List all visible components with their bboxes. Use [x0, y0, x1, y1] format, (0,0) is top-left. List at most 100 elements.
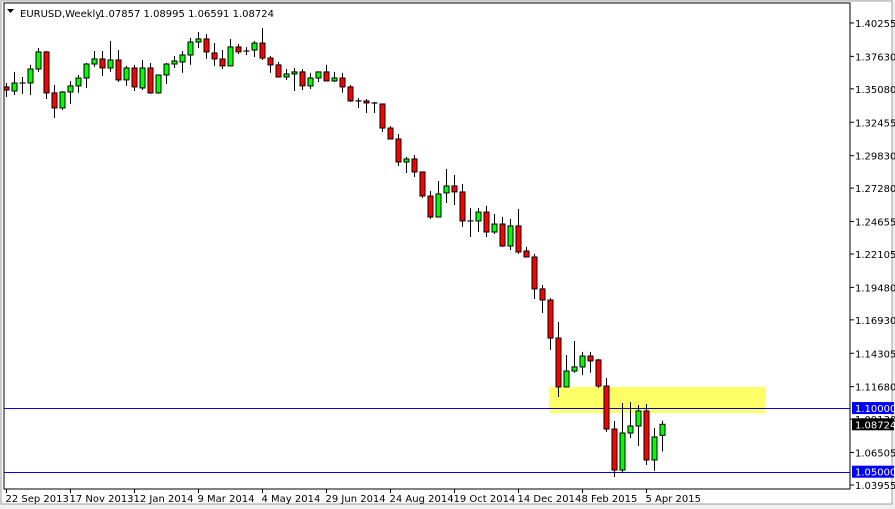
time-tick-label: 5 Apr 2015 [646, 494, 701, 505]
candle-body [155, 74, 162, 94]
candle-body [547, 299, 554, 339]
candle-body [267, 57, 274, 66]
candle [35, 47, 42, 72]
candle-body [459, 191, 466, 222]
candle-body [531, 256, 538, 290]
candle-body [451, 185, 458, 193]
candle [155, 74, 162, 94]
time-tick-label: 9 Mar 2014 [198, 494, 255, 505]
price-tick-label: 1.14305 [855, 349, 895, 360]
price-tick-label: 1.03955 [855, 481, 895, 492]
candle-body [219, 58, 226, 67]
candle-body [107, 59, 114, 69]
candle-body [587, 355, 594, 362]
candle-body [579, 355, 586, 368]
candle-body [619, 432, 626, 471]
candle [43, 51, 50, 100]
candle-body [43, 51, 50, 94]
candle-body [187, 41, 194, 56]
candle-body [59, 91, 66, 109]
candle-body [555, 337, 562, 388]
candle-body [443, 185, 450, 194]
candle [419, 171, 426, 199]
plot-area[interactable] [3, 2, 851, 490]
candle-body [331, 77, 338, 82]
candle-body [275, 64, 282, 78]
candle-body [659, 423, 666, 436]
candle-body [627, 425, 634, 434]
candle [595, 358, 602, 388]
candle-body [163, 63, 170, 76]
candle-body [195, 38, 202, 43]
candle [131, 64, 138, 92]
candle-body [299, 71, 306, 87]
time-tick-label: 8 Feb 2015 [582, 494, 638, 505]
candle-body [435, 193, 442, 218]
ohlc-readout: 1.07857 1.08995 1.06591 1.08724 [99, 9, 274, 20]
candle-body [595, 359, 602, 387]
candle-body [211, 52, 218, 60]
price-tick-label: 1.35080 [855, 85, 895, 96]
candle-body [227, 46, 234, 67]
candle-body [611, 428, 618, 471]
price-tick-label: 1.24655 [855, 218, 895, 229]
time-tick-label: 19 Oct 2014 [454, 494, 516, 505]
candle [59, 91, 66, 110]
support-zone-rectangle [549, 386, 765, 414]
candle-body [171, 60, 178, 65]
price-tick-label: 1.06505 [855, 449, 895, 460]
candle-body [283, 73, 290, 78]
candle [395, 134, 402, 166]
candle [611, 421, 618, 478]
candle-body [323, 71, 330, 82]
candle-body [307, 77, 314, 87]
price-tick-label: 1.29830 [855, 152, 895, 163]
candle-body [411, 158, 418, 173]
candle-body [499, 223, 506, 247]
time-tick-label: 29 Jun 2014 [326, 494, 386, 505]
candle [379, 103, 386, 132]
time-tick-label: 24 Aug 2014 [390, 494, 454, 505]
candle-body [651, 436, 658, 461]
candle-body [147, 67, 154, 94]
candle-body [91, 58, 98, 65]
support-zone-layer [549, 386, 765, 414]
candle-body [339, 77, 346, 88]
candle-body [315, 71, 322, 79]
price-tick-label: 1.11680 [855, 383, 895, 394]
candle-body [419, 171, 426, 197]
price-tick-label: 1.22105 [855, 250, 895, 261]
candle-body [83, 63, 90, 79]
candle-body [571, 366, 578, 372]
candle-body [507, 225, 514, 247]
candle-body [75, 77, 82, 87]
price-tick-label: 1.19480 [855, 283, 895, 294]
price-tick-label: 1.16930 [855, 316, 895, 327]
candle-body [491, 223, 498, 233]
candle [387, 126, 394, 140]
candle [147, 63, 154, 94]
candle-body [523, 250, 530, 258]
candle-body [203, 38, 210, 53]
candle-body [115, 59, 122, 81]
candle-body [475, 211, 482, 222]
candle-body [603, 385, 610, 430]
current-price-label: 1.08724 [855, 420, 895, 431]
symbol-title: EURUSD,Weekly [20, 9, 101, 20]
candle-body [259, 42, 266, 59]
candle [603, 378, 610, 432]
candle-body [635, 410, 642, 427]
candle-body [363, 100, 370, 104]
candle-body [3, 86, 10, 91]
candle-body [179, 54, 186, 63]
time-tick-label: 12 Jan 2014 [134, 494, 194, 505]
price-tick-label: 1.32455 [855, 118, 895, 129]
candle [347, 85, 354, 102]
time-tick-label: 17 Nov 2013 [70, 494, 134, 505]
hline-price-label: 1.10000 [855, 404, 895, 415]
candle-body [347, 86, 354, 102]
candle-body [643, 410, 650, 461]
chart-window: 1.40255 1.37630 1.35080 1.32455 1.29830 1.272… [0, 0, 895, 505]
candle-body [515, 225, 522, 253]
candle-body [483, 211, 490, 233]
